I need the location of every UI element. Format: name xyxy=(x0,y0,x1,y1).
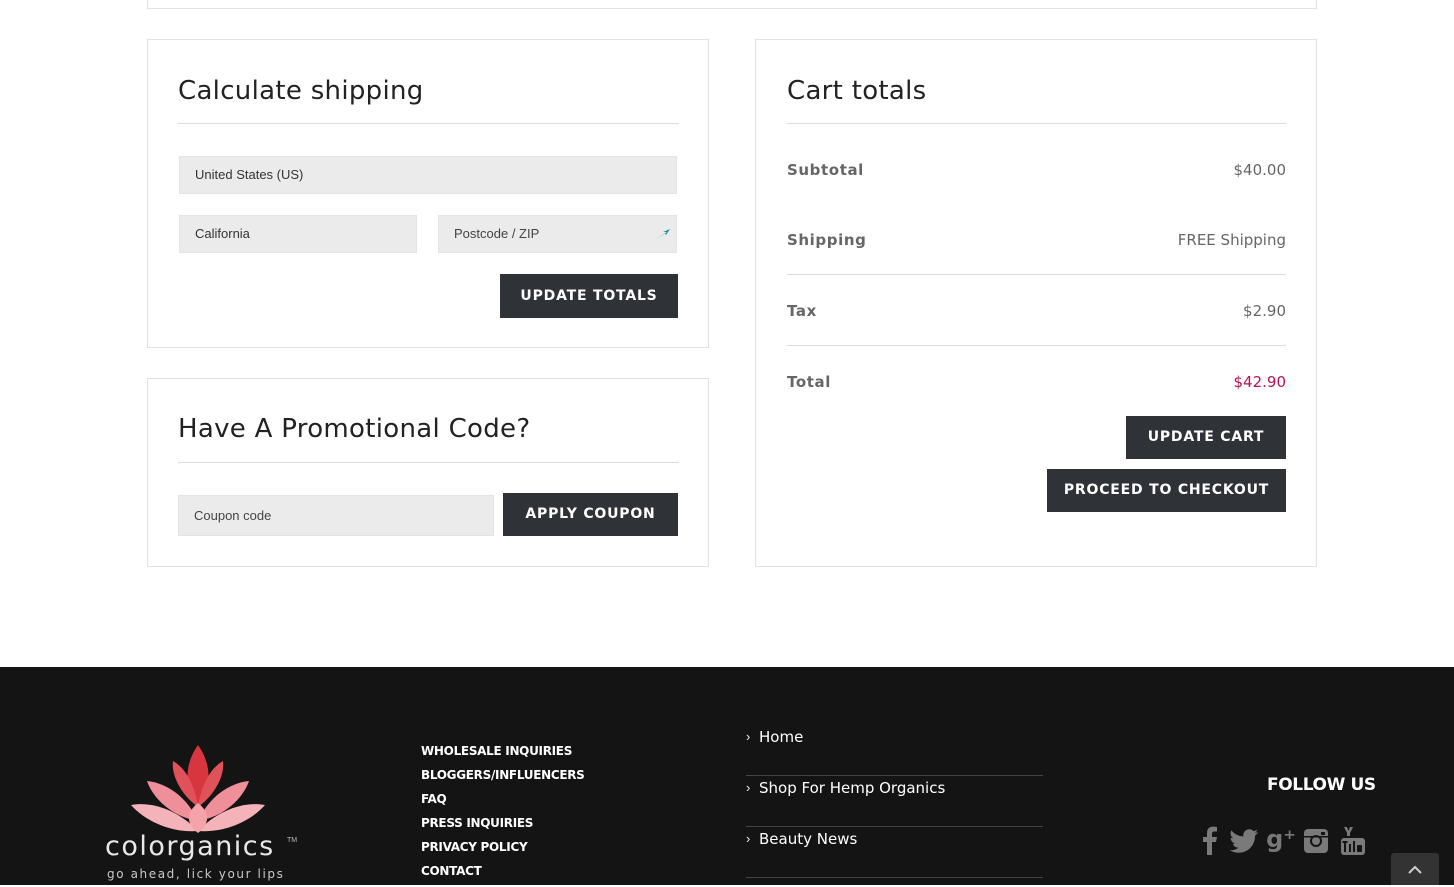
divider xyxy=(787,123,1286,124)
shipping-value: FREE Shipping xyxy=(1177,231,1286,249)
promo-title: Have A Promotional Code? xyxy=(178,414,531,444)
tax-label: Tax xyxy=(787,302,817,320)
link-faq[interactable]: FAQ xyxy=(421,791,585,815)
nav-item-home[interactable]: › Home xyxy=(746,725,1043,776)
chevron-right-icon: › xyxy=(746,729,751,744)
facebook-icon[interactable] xyxy=(1199,825,1221,857)
logo-trademark: TM xyxy=(287,837,298,844)
state-select[interactable]: California xyxy=(179,215,417,253)
back-to-top-button[interactable] xyxy=(1391,853,1439,885)
promo-code-panel: Have A Promotional Code? Coupon code APP… xyxy=(147,378,709,567)
nav-item-shop[interactable]: › Shop For Hemp Organics xyxy=(746,776,1043,827)
previous-section-border xyxy=(147,0,1317,9)
subtotal-label: Subtotal xyxy=(787,161,864,179)
youtube-icon[interactable] xyxy=(1340,825,1366,857)
calculate-shipping-panel: Calculate shipping United States (US) Ca… xyxy=(147,39,709,348)
chevron-up-icon xyxy=(1408,865,1422,874)
calculate-shipping-title: Calculate shipping xyxy=(178,76,424,106)
instagram-icon[interactable] xyxy=(1303,825,1329,857)
proceed-to-checkout-button[interactable]: PROCEED TO CHECKOUT xyxy=(1047,469,1286,512)
country-select[interactable]: United States (US) xyxy=(179,156,677,194)
link-contact[interactable]: CONTACT xyxy=(421,863,585,887)
link-wholesale-inquiries[interactable]: WHOLESALE INQUIRIES xyxy=(421,743,585,767)
update-totals-button[interactable]: UPDATE TOTALS xyxy=(500,274,678,318)
nav-item-label: Home xyxy=(759,728,804,746)
total-value: $42.90 xyxy=(1233,373,1287,391)
apply-coupon-button[interactable]: APPLY COUPON xyxy=(503,493,678,536)
cart-totals-title: Cart totals xyxy=(787,76,927,106)
postcode-input[interactable]: Postcode / ZIP xyxy=(438,215,677,253)
total-label: Total xyxy=(787,373,831,391)
nav-item-beauty-news[interactable]: › Beauty News xyxy=(746,827,1043,878)
link-bloggers-influencers[interactable]: BLOGGERS/INFLUENCERS xyxy=(421,767,585,791)
logo-brand: colorganics xyxy=(105,831,275,862)
google-plus-icon[interactable]: g⁺ xyxy=(1266,825,1296,857)
postcode-placeholder: Postcode / ZIP xyxy=(454,226,540,241)
chevron-right-icon: › xyxy=(746,831,751,846)
twitter-icon[interactable] xyxy=(1230,825,1260,857)
link-privacy-policy[interactable]: PRIVACY POLICY xyxy=(421,839,585,863)
update-cart-button[interactable]: UPDATE CART xyxy=(1126,416,1286,459)
lotus-logo-icon xyxy=(131,745,265,833)
divider xyxy=(178,462,679,463)
nav-item-label: Beauty News xyxy=(759,830,858,848)
coupon-input[interactable]: Coupon code xyxy=(178,495,494,536)
shipping-label: Shipping xyxy=(787,231,867,249)
nav-item-label: Shop For Hemp Organics xyxy=(759,779,946,797)
chevron-right-icon: › xyxy=(746,780,751,795)
divider xyxy=(787,345,1286,346)
colorganics-logo[interactable]: colorganics TM go ahead, lick your lips xyxy=(105,741,305,885)
cart-totals-panel: Cart totals Subtotal $40.00 Shipping FRE… xyxy=(755,39,1317,567)
footer-links: WHOLESALE INQUIRIES BLOGGERS/INFLUENCERS… xyxy=(421,743,585,887)
subtotal-value: $40.00 xyxy=(1233,161,1287,179)
divider xyxy=(787,274,1286,275)
site-footer: colorganics TM go ahead, lick your lips … xyxy=(0,667,1454,885)
autofill-icon[interactable] xyxy=(653,227,673,243)
logo-tagline: go ahead, lick your lips xyxy=(107,867,285,881)
follow-us-heading: FOLLOW US xyxy=(1267,775,1376,795)
link-press-inquiries[interactable]: PRESS INQUIRIES xyxy=(421,815,585,839)
divider xyxy=(178,123,679,124)
tax-value: $2.90 xyxy=(1243,302,1286,320)
footer-nav: › Home › Shop For Hemp Organics › Beauty… xyxy=(746,725,1043,878)
